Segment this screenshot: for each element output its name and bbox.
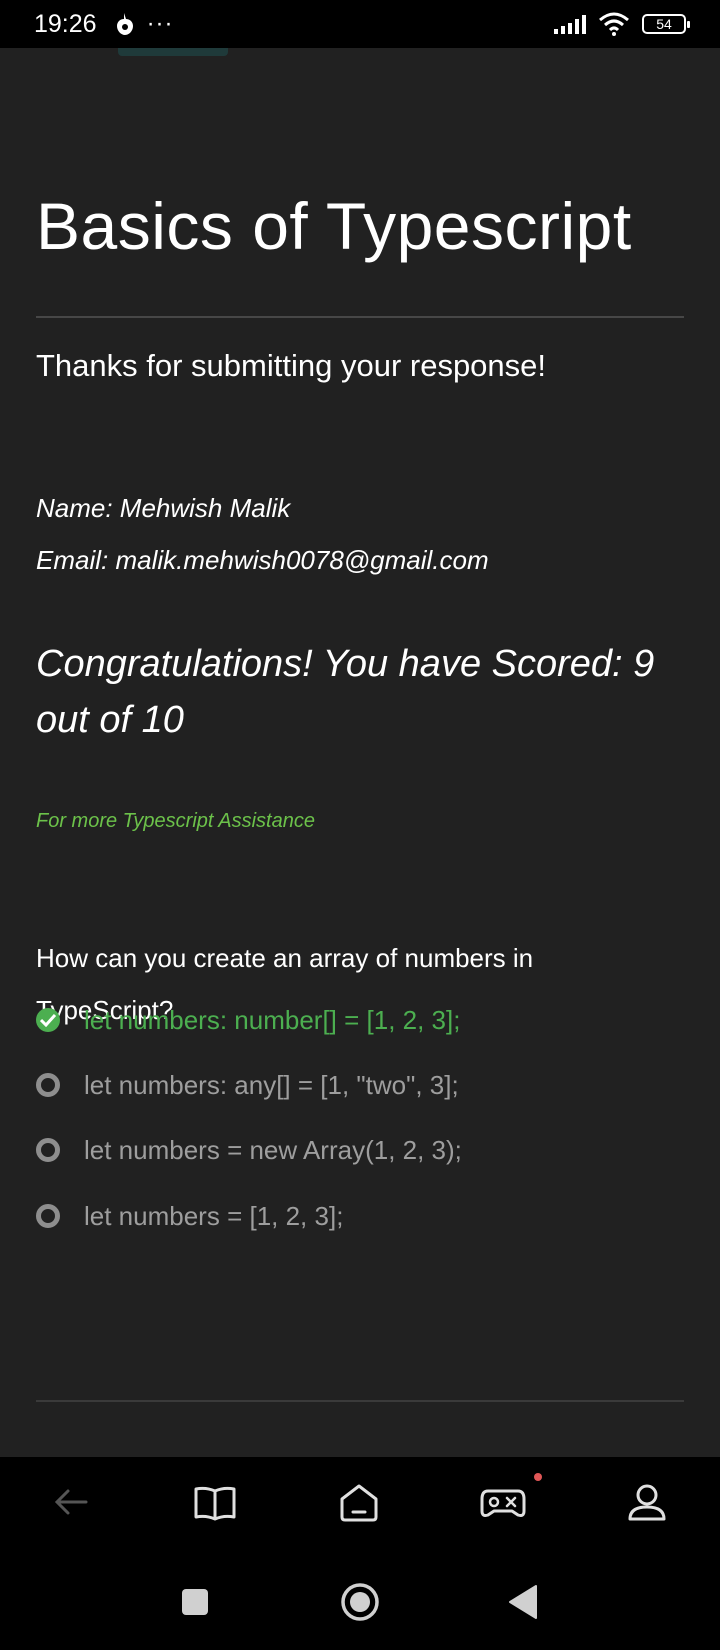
email-line: Email: malik.mehwish0078@gmail.com (36, 545, 489, 575)
notification-dot (534, 1473, 542, 1481)
radio-unchecked-icon (36, 1138, 60, 1162)
option-4[interactable]: let numbers = [1, 2, 3]; (36, 1196, 343, 1236)
triangle-back-icon[interactable] (508, 1584, 538, 1620)
app-notification-icon (116, 13, 133, 35)
title-divider (36, 316, 684, 318)
check-circle-icon (36, 1008, 60, 1032)
radio-unchecked-icon (36, 1204, 60, 1228)
option-1[interactable]: let numbers: number[] = [1, 2, 3]; (36, 1000, 460, 1040)
score-message: Congratulations! You have Scored: 9 out … (36, 643, 655, 741)
gamepad-icon[interactable] (478, 1477, 528, 1527)
signal-icon (554, 14, 586, 34)
back-arrow-icon[interactable] (46, 1477, 96, 1527)
battery-level: 54 (656, 16, 672, 32)
option-2[interactable]: let numbers: any[] = [1, "two", 3]; (36, 1065, 459, 1105)
square-icon[interactable] (180, 1587, 210, 1617)
battery-icon: 54 (642, 14, 690, 34)
assistance-link[interactable]: For more Typescript Assistance (36, 810, 315, 833)
page-title: Basics of Typescript (36, 189, 632, 263)
profile-icon[interactable] (622, 1477, 672, 1527)
option-label: let numbers: any[] = [1, "two", 3]; (84, 1069, 459, 1100)
circle-icon[interactable] (340, 1582, 380, 1622)
status-bar: 19:26 ··· 54 (0, 0, 720, 48)
option-label: let numbers: number[] = [1, 2, 3]; (84, 1004, 461, 1035)
option-3[interactable]: let numbers = new Array(1, 2, 3); (36, 1130, 462, 1170)
top-partial-element (118, 48, 228, 56)
radio-unchecked-icon (36, 1073, 60, 1097)
home-icon[interactable] (334, 1477, 384, 1527)
option-label: let numbers = [1, 2, 3]; (84, 1200, 344, 1231)
book-icon[interactable] (190, 1477, 240, 1527)
thanks-message: Thanks for submitting your response! (36, 348, 547, 383)
option-label: let numbers = new Array(1, 2, 3); (84, 1134, 462, 1165)
status-time: 19:26 (34, 9, 97, 38)
status-indicators: 54 (554, 12, 690, 36)
bottom-navigation (0, 1457, 720, 1650)
wifi-icon (599, 12, 629, 36)
more-notifications-icon: ··· (146, 10, 174, 37)
bottom-divider (36, 1400, 684, 1402)
name-line: Name: Mehwish Malik (36, 493, 291, 523)
